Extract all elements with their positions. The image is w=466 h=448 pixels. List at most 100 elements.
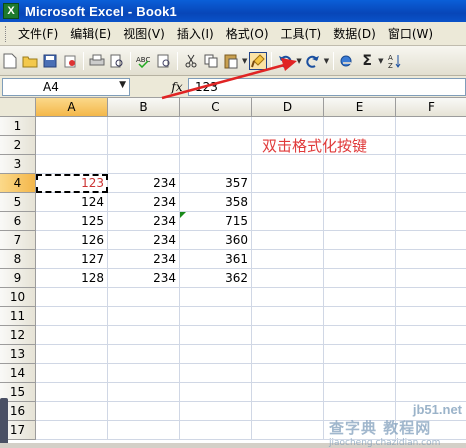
insert-function-icon[interactable]: fx bbox=[166, 80, 188, 94]
research-icon[interactable] bbox=[155, 52, 173, 70]
cell-e11[interactable] bbox=[324, 307, 396, 326]
cell-f3[interactable] bbox=[396, 155, 466, 174]
cell-a7[interactable]: 126 bbox=[36, 231, 108, 250]
cell-e5[interactable] bbox=[324, 193, 396, 212]
menu-view[interactable]: 视图(V) bbox=[117, 25, 171, 42]
format-painter-icon[interactable] bbox=[249, 51, 268, 70]
cell-c2[interactable] bbox=[180, 136, 252, 155]
cell-d9[interactable] bbox=[252, 269, 324, 288]
cell-a16[interactable] bbox=[36, 402, 108, 421]
cell-f4[interactable] bbox=[396, 174, 466, 193]
row-header-12[interactable]: 12 bbox=[0, 326, 36, 345]
cell-e8[interactable] bbox=[324, 250, 396, 269]
row-header-10[interactable]: 10 bbox=[0, 288, 36, 307]
cell-b7[interactable]: 234 bbox=[108, 231, 180, 250]
cell-d11[interactable] bbox=[252, 307, 324, 326]
column-header-d[interactable]: D bbox=[252, 98, 324, 117]
cell-e4[interactable] bbox=[324, 174, 396, 193]
paste-icon[interactable] bbox=[222, 52, 240, 70]
cell-a1[interactable] bbox=[36, 117, 108, 136]
save-icon[interactable] bbox=[41, 52, 59, 70]
cell-f14[interactable] bbox=[396, 364, 466, 383]
cell-c17[interactable] bbox=[180, 421, 252, 440]
menubar-grip[interactable] bbox=[5, 25, 8, 42]
row-header-14[interactable]: 14 bbox=[0, 364, 36, 383]
cell-f8[interactable] bbox=[396, 250, 466, 269]
column-header-a[interactable]: A bbox=[36, 98, 108, 117]
cell-d16[interactable] bbox=[252, 402, 324, 421]
cell-b14[interactable] bbox=[108, 364, 180, 383]
select-all-button[interactable] bbox=[0, 98, 36, 117]
cell-a8[interactable]: 127 bbox=[36, 250, 108, 269]
cell-b9[interactable]: 234 bbox=[108, 269, 180, 288]
redo-icon[interactable] bbox=[304, 52, 322, 70]
cell-c1[interactable] bbox=[180, 117, 252, 136]
formula-input[interactable]: 123 bbox=[188, 77, 466, 96]
cell-e6[interactable] bbox=[324, 212, 396, 231]
cell-b2[interactable] bbox=[108, 136, 180, 155]
cell-e7[interactable] bbox=[324, 231, 396, 250]
row-header-11[interactable]: 11 bbox=[0, 307, 36, 326]
cell-e14[interactable] bbox=[324, 364, 396, 383]
spelling-icon[interactable]: ABC bbox=[135, 52, 153, 70]
excel-app-icon[interactable]: X bbox=[3, 3, 19, 19]
cell-a6[interactable]: 125 bbox=[36, 212, 108, 231]
cell-c12[interactable] bbox=[180, 326, 252, 345]
cell-c11[interactable] bbox=[180, 307, 252, 326]
menu-data[interactable]: 数据(D) bbox=[327, 25, 382, 42]
cut-icon[interactable] bbox=[182, 52, 200, 70]
row-header-9[interactable]: 9 bbox=[0, 269, 36, 288]
paste-dropdown-icon[interactable]: ▼ bbox=[242, 57, 247, 65]
new-icon[interactable] bbox=[1, 52, 19, 70]
menu-format[interactable]: 格式(O) bbox=[220, 25, 275, 42]
cell-c9[interactable]: 362 bbox=[180, 269, 252, 288]
cell-f7[interactable] bbox=[396, 231, 466, 250]
cell-a3[interactable] bbox=[36, 155, 108, 174]
cell-d13[interactable] bbox=[252, 345, 324, 364]
cell-a10[interactable] bbox=[36, 288, 108, 307]
row-header-13[interactable]: 13 bbox=[0, 345, 36, 364]
worksheet-grid[interactable]: ABCDEF 1 2 3 4 5 6 7 8 9 10 11 12 13 14 15 16 17 123 234 3… bbox=[0, 98, 466, 443]
cell-c3[interactable] bbox=[180, 155, 252, 174]
cell-c8[interactable]: 361 bbox=[180, 250, 252, 269]
cell-c16[interactable] bbox=[180, 402, 252, 421]
row-header-4[interactable]: 4 bbox=[0, 174, 36, 193]
cell-b5[interactable]: 234 bbox=[108, 193, 180, 212]
open-icon[interactable] bbox=[21, 52, 39, 70]
cell-f11[interactable] bbox=[396, 307, 466, 326]
cell-f6[interactable] bbox=[396, 212, 466, 231]
undo-dropdown-icon[interactable]: ▼ bbox=[296, 57, 301, 65]
cell-e13[interactable] bbox=[324, 345, 396, 364]
cell-d8[interactable] bbox=[252, 250, 324, 269]
cell-b10[interactable] bbox=[108, 288, 180, 307]
name-box-dropdown-icon[interactable]: ▼ bbox=[119, 80, 126, 90]
cell-e12[interactable] bbox=[324, 326, 396, 345]
cell-f13[interactable] bbox=[396, 345, 466, 364]
cell-e15[interactable] bbox=[324, 383, 396, 402]
name-box[interactable]: A4 ▼ bbox=[2, 77, 130, 96]
undo-icon[interactable] bbox=[276, 52, 294, 70]
row-header-7[interactable]: 7 bbox=[0, 231, 36, 250]
cell-e1[interactable] bbox=[324, 117, 396, 136]
cell-c14[interactable] bbox=[180, 364, 252, 383]
error-indicator-icon[interactable] bbox=[180, 212, 186, 218]
cell-b11[interactable] bbox=[108, 307, 180, 326]
cell-d14[interactable] bbox=[252, 364, 324, 383]
cell-c13[interactable] bbox=[180, 345, 252, 364]
cell-b17[interactable] bbox=[108, 421, 180, 440]
cell-f5[interactable] bbox=[396, 193, 466, 212]
cell-c4[interactable]: 357 bbox=[180, 174, 252, 193]
print-icon[interactable] bbox=[88, 52, 106, 70]
cell-c15[interactable] bbox=[180, 383, 252, 402]
cell-b8[interactable]: 234 bbox=[108, 250, 180, 269]
column-header-b[interactable]: B bbox=[108, 98, 180, 117]
menu-file[interactable]: 文件(F) bbox=[12, 25, 64, 42]
cell-d4[interactable] bbox=[252, 174, 324, 193]
cell-e10[interactable] bbox=[324, 288, 396, 307]
column-header-f[interactable]: F bbox=[396, 98, 466, 117]
cell-b13[interactable] bbox=[108, 345, 180, 364]
autosum-icon[interactable]: Σ bbox=[358, 52, 376, 70]
print-preview-icon[interactable] bbox=[108, 52, 126, 70]
column-header-e[interactable]: E bbox=[324, 98, 396, 117]
cell-a2[interactable] bbox=[36, 136, 108, 155]
